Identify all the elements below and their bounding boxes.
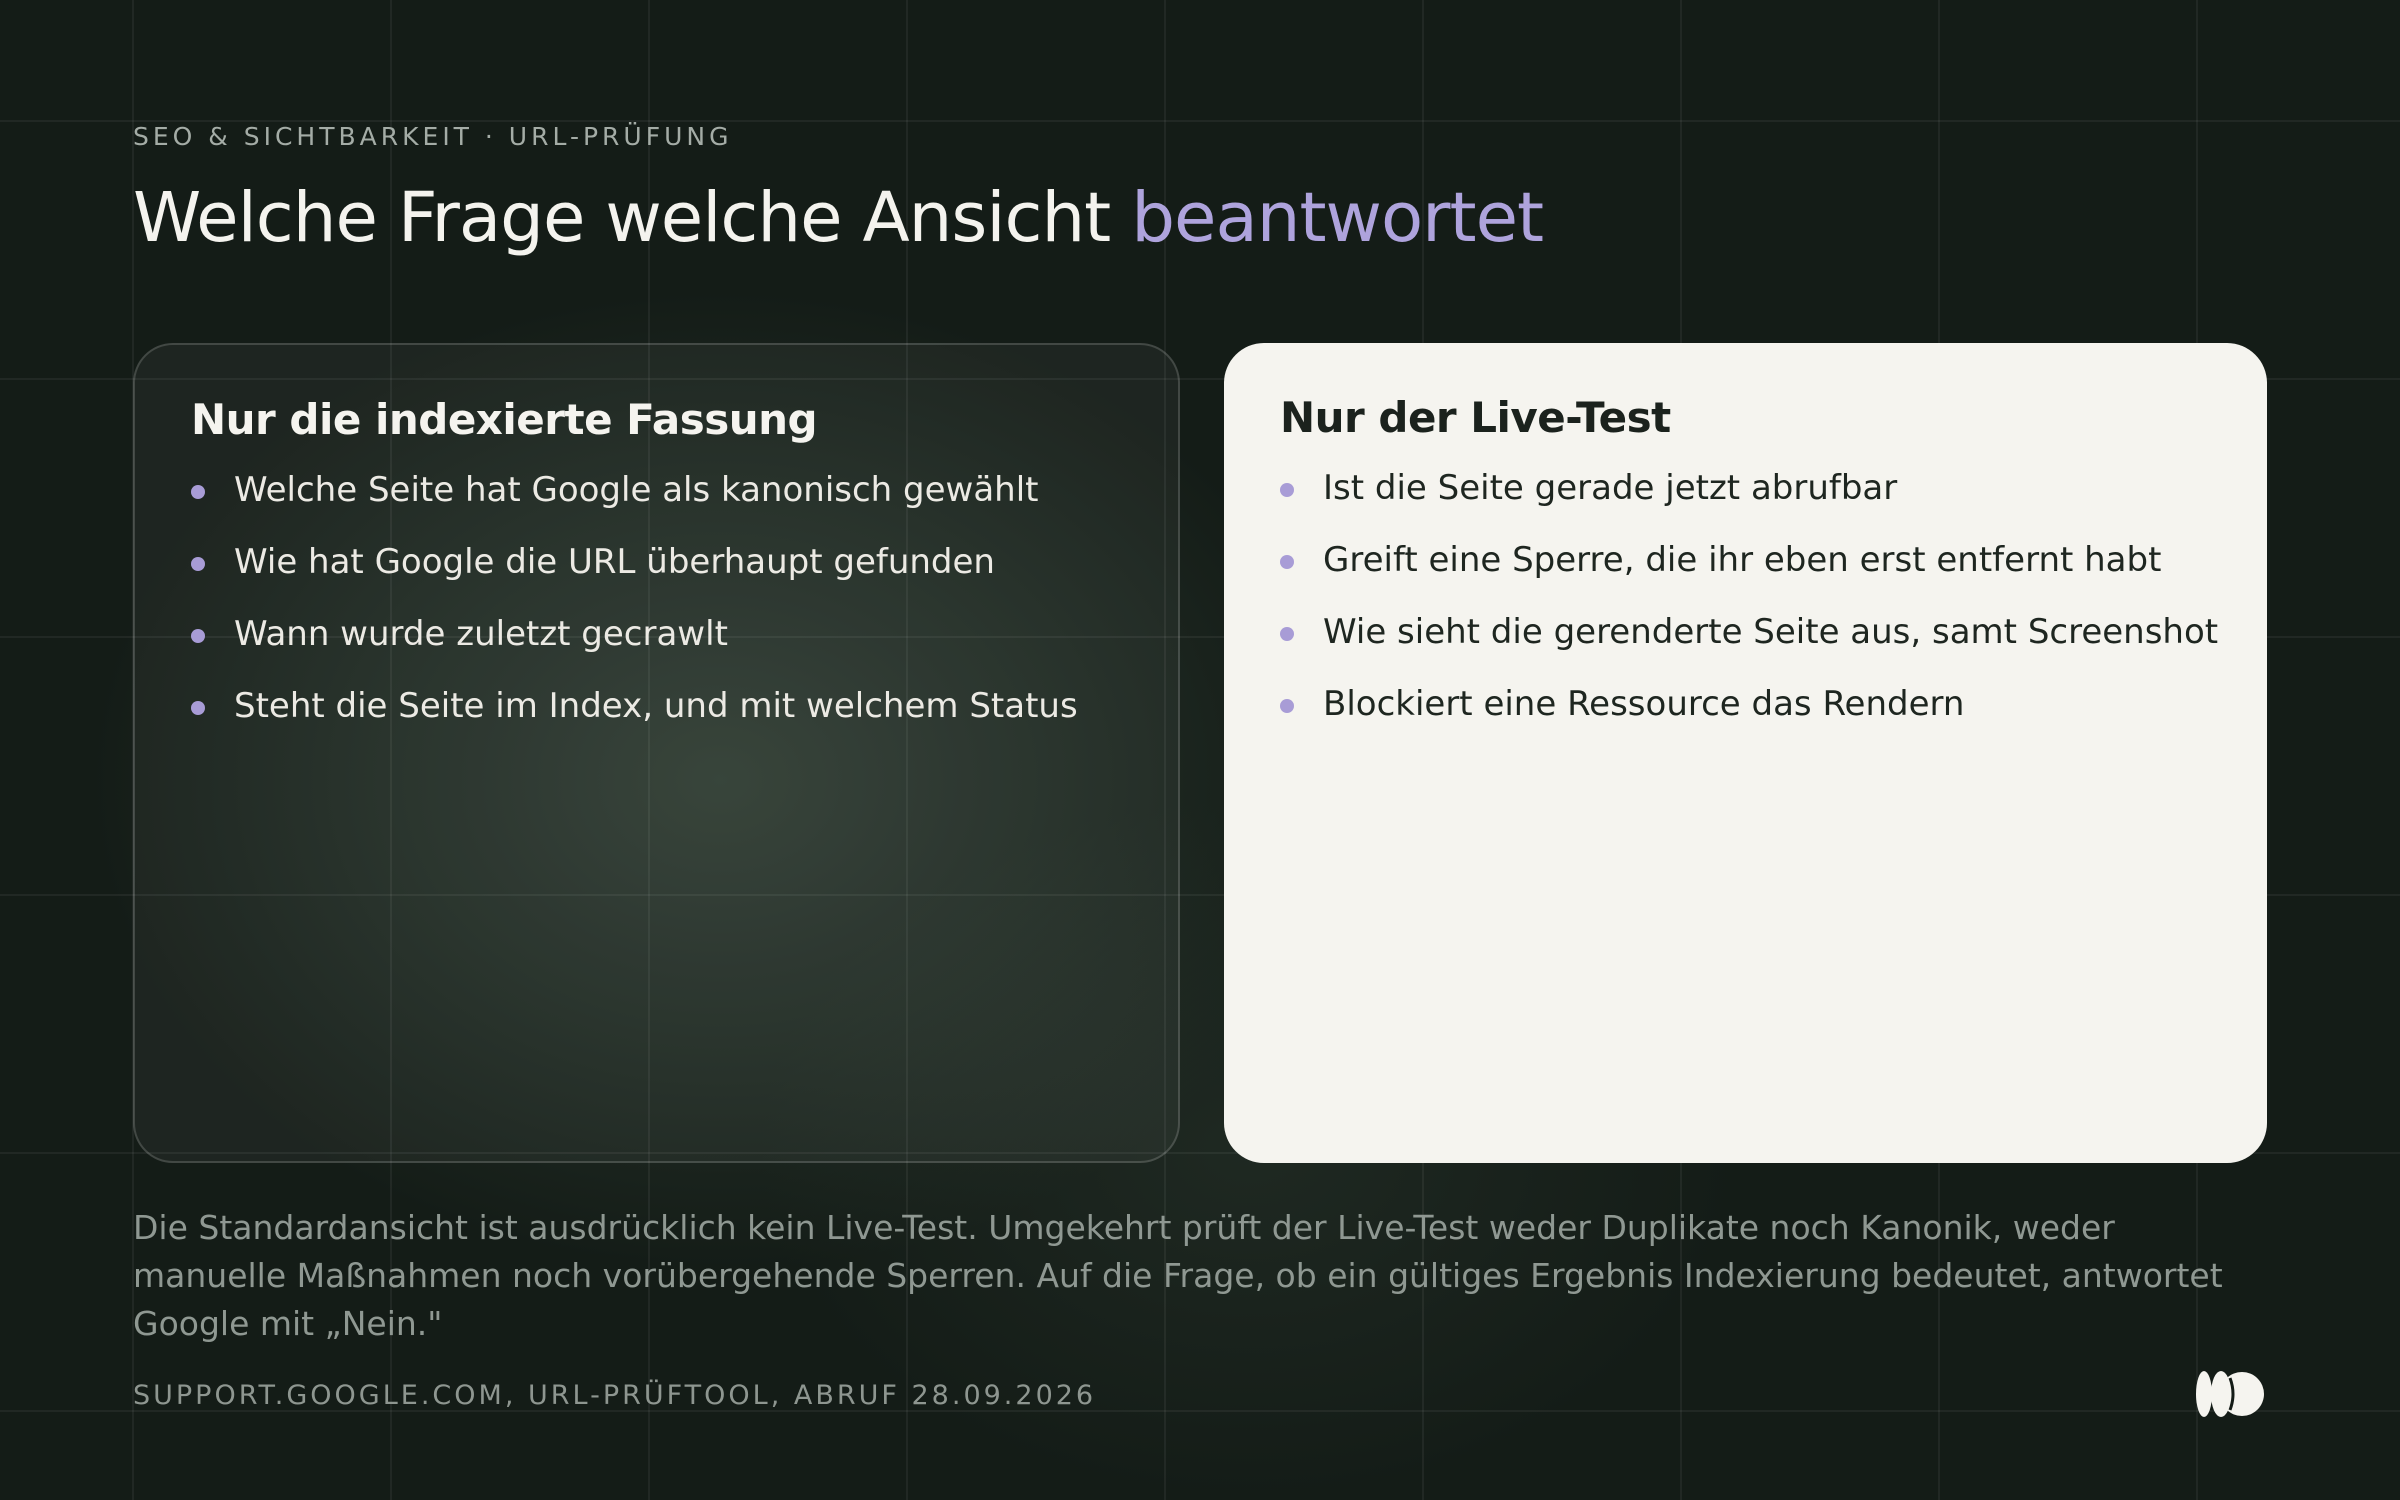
list-item: Steht die Seite im Index, und mit welche… bbox=[191, 688, 1078, 724]
bullet-dot-icon bbox=[1280, 483, 1294, 497]
slide-title: Welche Frage welche Ansicht beantwortet bbox=[133, 178, 1544, 258]
list-item-text: Blockiert eine Ressource das Rendern bbox=[1323, 684, 1965, 724]
card-title-indexed: Nur die indexierte Fassung bbox=[191, 395, 818, 444]
list-item-text: Wann wurde zuletzt gecrawlt bbox=[234, 614, 728, 654]
indexed-question-list: Welche Seite hat Google als kanonisch ge… bbox=[191, 472, 1078, 760]
list-item-text: Welche Seite hat Google als kanonisch ge… bbox=[234, 470, 1039, 510]
list-item-text: Steht die Seite im Index, und mit welche… bbox=[234, 686, 1078, 726]
bullet-dot-icon bbox=[1280, 699, 1294, 713]
list-item: Blockiert eine Ressource das Rendern bbox=[1280, 686, 2218, 722]
list-item: Wie hat Google die URL überhaupt gefunde… bbox=[191, 544, 1078, 580]
bullet-dot-icon bbox=[191, 557, 205, 571]
card-title-live: Nur der Live-Test bbox=[1280, 393, 1671, 442]
list-item-text: Wie sieht die gerenderte Seite aus, samt… bbox=[1323, 612, 2219, 652]
bullet-dot-icon bbox=[191, 629, 205, 643]
list-item: Welche Seite hat Google als kanonisch ge… bbox=[191, 472, 1078, 508]
card-live-test: Nur der Live-Test Ist die Seite gerade j… bbox=[1224, 343, 2267, 1163]
title-accent: beantwortet bbox=[1131, 178, 1544, 258]
eyebrow-label: SEO & SICHTBARKEIT · URL-PRÜFUNG bbox=[133, 122, 733, 151]
list-item: Greift eine Sperre, die ihr eben erst en… bbox=[1280, 542, 2218, 578]
footnote-text: Die Standardansicht ist ausdrücklich kei… bbox=[133, 1208, 2223, 1343]
source-citation: SUPPORT.GOOGLE.COM, URL-PRÜFTOOL, ABRUF … bbox=[133, 1380, 1097, 1411]
list-item: Ist die Seite gerade jetzt abrufbar bbox=[1280, 470, 2218, 506]
list-item-text: Ist die Seite gerade jetzt abrufbar bbox=[1323, 468, 1898, 508]
list-item-text: Greift eine Sperre, die ihr eben erst en… bbox=[1323, 540, 2162, 580]
live-question-list: Ist die Seite gerade jetzt abrufbar Grei… bbox=[1280, 470, 2218, 758]
brand-logo-icon bbox=[2196, 1371, 2264, 1417]
list-item: Wann wurde zuletzt gecrawlt bbox=[191, 616, 1078, 652]
card-indexed-version: Nur die indexierte Fassung Welche Seite … bbox=[133, 343, 1180, 1163]
bullet-dot-icon bbox=[191, 485, 205, 499]
bullet-dot-icon bbox=[1280, 627, 1294, 641]
list-item: Wie sieht die gerenderte Seite aus, samt… bbox=[1280, 614, 2218, 650]
title-main: Welche Frage welche Ansicht bbox=[133, 178, 1132, 258]
bullet-dot-icon bbox=[1280, 555, 1294, 569]
bullet-dot-icon bbox=[191, 701, 205, 715]
list-item-text: Wie hat Google die URL überhaupt gefunde… bbox=[234, 542, 995, 582]
